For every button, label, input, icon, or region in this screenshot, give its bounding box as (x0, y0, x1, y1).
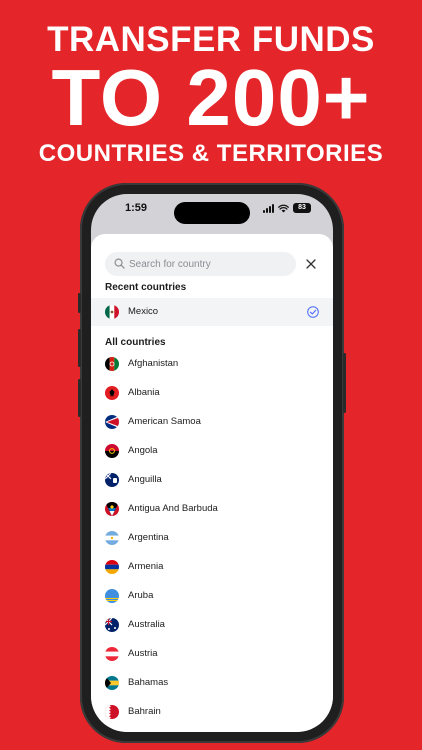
country-name: Angola (128, 445, 158, 456)
country-row-albania[interactable]: Albania (91, 379, 333, 408)
angola-flag-icon (105, 444, 119, 458)
anguilla-flag-icon (105, 473, 119, 487)
country-name: Australia (128, 619, 165, 630)
phone-power-button (343, 353, 346, 413)
afghanistan-flag-icon (105, 357, 119, 371)
selected-check-icon (307, 306, 319, 318)
search-icon (114, 258, 125, 269)
status-bar: 1:59 83 (91, 194, 333, 234)
phone-frame: 1:59 83 Search for country Recent countr… (78, 183, 346, 743)
status-time: 1:59 (125, 202, 148, 214)
country-name: Argentina (128, 532, 169, 543)
country-name: American Samoa (128, 416, 201, 427)
country-row-angola[interactable]: Angola (91, 437, 333, 466)
dynamic-island (174, 202, 250, 224)
country-name: Antigua And Barbuda (128, 503, 218, 514)
search-input[interactable] (129, 252, 289, 276)
close-icon[interactable] (303, 256, 319, 272)
american-samoa-flag-icon (105, 415, 119, 429)
country-row-afghanistan[interactable]: Afghanistan (91, 350, 333, 379)
australia-flag-icon (105, 618, 119, 632)
argentina-flag-icon (105, 531, 119, 545)
country-row-argentina[interactable]: Argentina (91, 524, 333, 553)
aruba-flag-icon (105, 589, 119, 603)
country-row-bahrain[interactable]: Bahrain (91, 698, 333, 727)
austria-flag-icon (105, 647, 119, 661)
phone-screen: 1:59 83 Search for country Recent countr… (91, 194, 333, 732)
promo-headline-line2: TO 200+ (51, 53, 371, 142)
phone-side-button (78, 293, 81, 313)
search-row (105, 252, 319, 276)
phone-volume-up-button (78, 329, 81, 367)
country-row-american-samoa[interactable]: American Samoa (91, 408, 333, 437)
country-row-austria[interactable]: Austria (91, 640, 333, 669)
bahamas-flag-icon (105, 676, 119, 690)
country-row-bahamas[interactable]: Bahamas (91, 669, 333, 698)
country-name: Bahamas (128, 677, 169, 688)
country-picker-sheet: Recent countries Mexico All countries Af… (91, 234, 333, 732)
country-name: Mexico (128, 306, 159, 317)
country-name: Anguilla (128, 474, 162, 485)
promo-headline-line3: COUNTRIES & TERRITORIES (38, 140, 384, 167)
search-box[interactable] (105, 252, 296, 276)
armenia-flag-icon (105, 560, 119, 574)
country-name: Austria (128, 648, 158, 659)
recent-countries-heading: Recent countries (105, 282, 187, 293)
country-name: Afghanistan (128, 358, 179, 369)
country-name: Aruba (128, 590, 154, 601)
antigua-and-barbuda-flag-icon (105, 502, 119, 516)
mexico-flag-icon (105, 305, 119, 319)
status-icons: 83 (263, 203, 311, 213)
all-countries-heading: All countries (105, 337, 166, 348)
bahrain-flag-icon (105, 705, 119, 719)
country-row-anguilla[interactable]: Anguilla (91, 466, 333, 495)
albania-flag-icon (105, 386, 119, 400)
country-row-armenia[interactable]: Armenia (91, 553, 333, 582)
phone-volume-down-button (78, 379, 81, 417)
wifi-icon (278, 204, 289, 213)
recent-country-row-mexico[interactable]: Mexico (91, 298, 333, 326)
country-name: Albania (128, 387, 160, 398)
country-row-aruba[interactable]: Aruba (91, 582, 333, 611)
country-name: Bahrain (128, 706, 161, 717)
country-name: Armenia (128, 561, 164, 572)
country-row-australia[interactable]: Australia (91, 611, 333, 640)
cellular-signal-icon (263, 203, 274, 213)
battery-icon: 83 (293, 203, 311, 213)
country-row-antigua-and-barbuda[interactable]: Antigua And Barbuda (91, 495, 333, 524)
